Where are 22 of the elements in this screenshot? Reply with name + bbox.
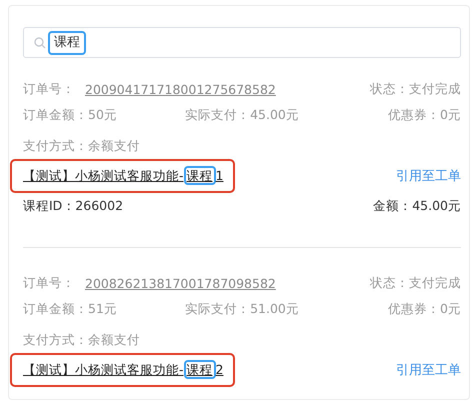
- course-amount: 金额：45.00元: [373, 198, 461, 214]
- order-status: 状态：支付完成: [370, 274, 461, 292]
- search-field[interactable]: 课程: [23, 27, 461, 58]
- course-title-link[interactable]: 【测试】小杨测试客服功能- 课程 2: [23, 362, 224, 378]
- order-status: 状态：支付完成: [370, 80, 461, 98]
- course-id: 课程ID：266002: [23, 198, 124, 214]
- course-title-link[interactable]: 【测试】小杨测试客服功能- 课程 1: [23, 168, 224, 184]
- order-number-label: 订单号：: [23, 274, 75, 292]
- actual-paid: 实际支付：51.00元: [185, 300, 299, 318]
- order-number-link[interactable]: 200826213817001787098582: [85, 276, 276, 290]
- payment-method: 支付方式：余额支付: [23, 332, 140, 348]
- order-number-link[interactable]: 200904171718001275678582: [85, 82, 276, 96]
- payment-method: 支付方式：余额支付: [23, 138, 140, 154]
- order-amount: 订单金额：51元: [23, 300, 118, 318]
- cite-to-ticket-link[interactable]: 引用至工单: [396, 361, 461, 379]
- coupon-amount: 优惠券：0元: [388, 300, 461, 318]
- order-number-label: 订单号：: [23, 80, 75, 98]
- coupon-amount: 优惠券：0元: [388, 106, 461, 124]
- cite-to-ticket-link[interactable]: 引用至工单: [396, 167, 461, 185]
- order-amount: 订单金额：50元: [23, 106, 118, 124]
- search-icon: [34, 36, 46, 48]
- actual-paid: 实际支付：45.00元: [185, 106, 299, 124]
